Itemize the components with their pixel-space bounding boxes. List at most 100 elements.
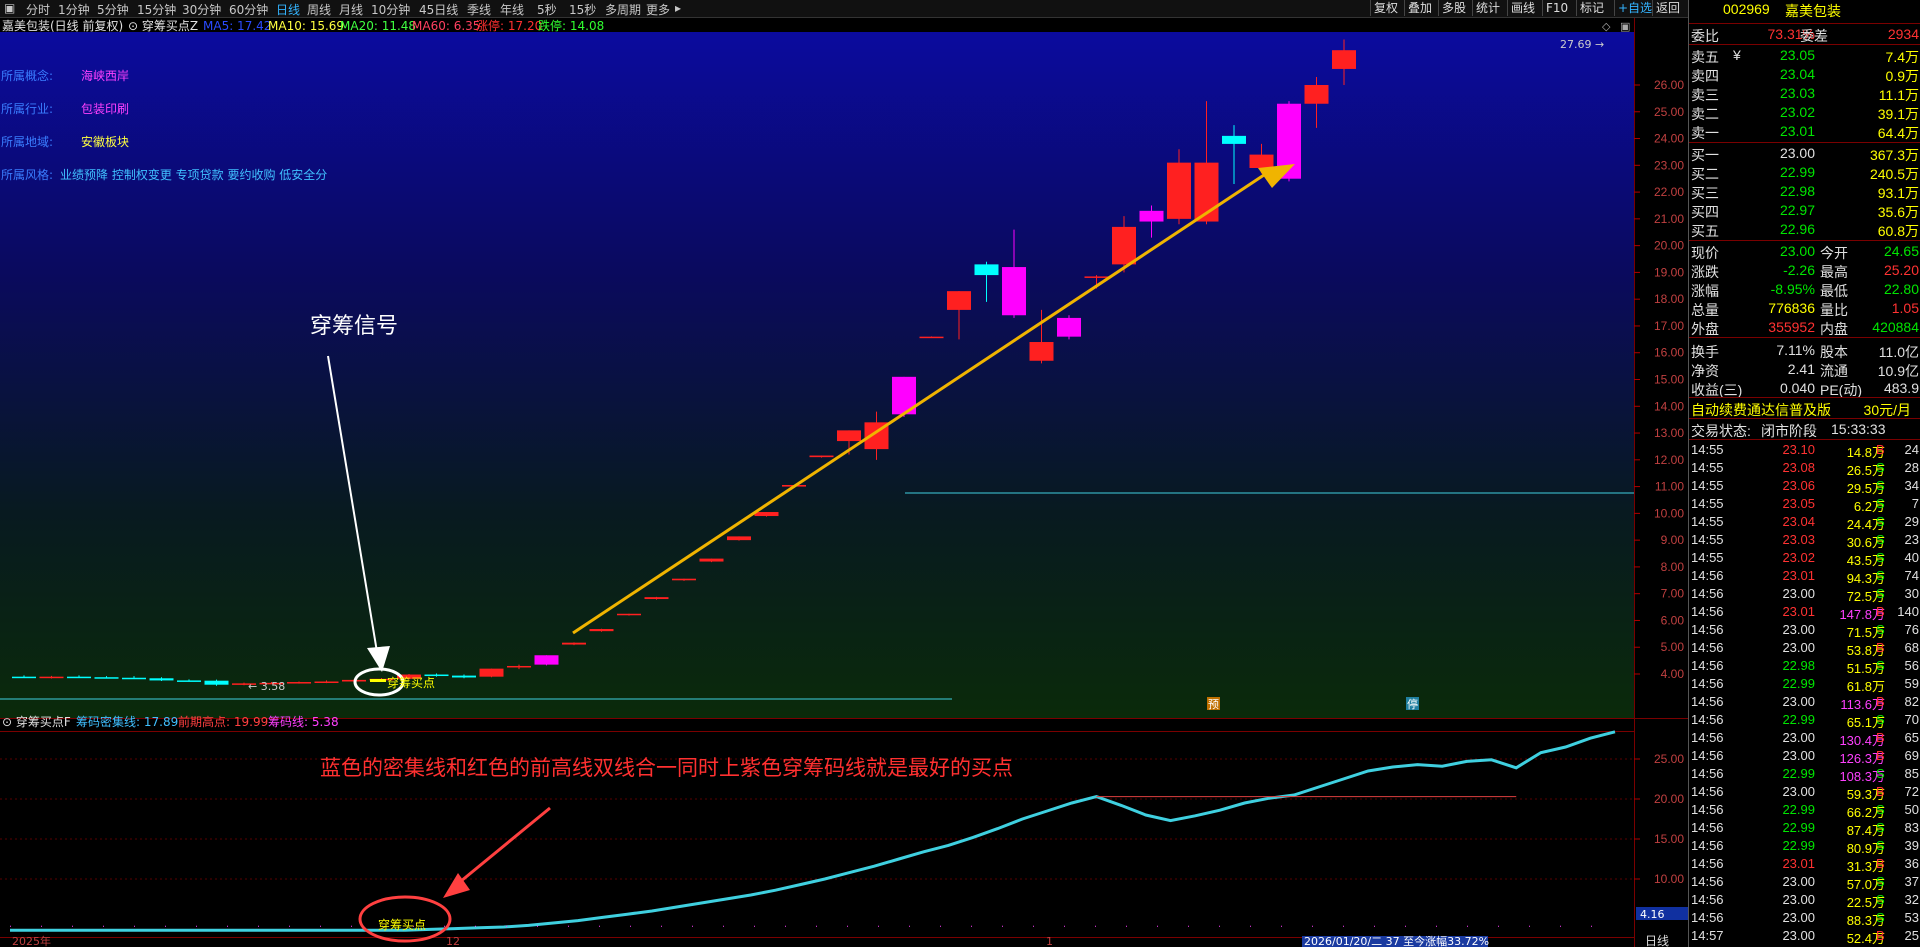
quote-row: 自动续费通达信普及版 30元/月 [1689,399,1920,418]
tick-time: 14:56 [1691,838,1724,853]
tick-count: 50 [1904,802,1919,817]
tab-0[interactable]: 分时 [26,1,50,18]
toolbar-button-8[interactable]: 返回 [1652,0,1683,16]
sell-volume: 7.4万 [1885,49,1919,65]
tick-price: 22.99 [1782,820,1815,835]
info-label-3: 所属风格: [1,167,53,182]
sub-prevhigh-value: 前期高点: 19.99 [178,714,268,729]
stat-value-2: 483.9 [1883,380,1919,396]
toolbar-button-1[interactable]: 叠加 [1404,0,1435,16]
stat-label: 外盘 [1691,321,1719,337]
tab-15[interactable]: 多周期 [605,1,641,18]
toolbar-button-4[interactable]: 画线 [1507,0,1538,16]
toolbar-button-6[interactable]: 标记 [1576,0,1607,16]
ad-text: 自动续费通达信普及版 [1691,402,1831,418]
tick-time: 14:56 [1691,892,1724,907]
divider [1689,23,1920,24]
signal-label: 穿筹信号 [310,314,398,339]
toolbar-button-2[interactable]: 多股 [1438,0,1469,16]
toolbar-button-7[interactable]: +自选 [1614,0,1655,16]
tick-row: 14:56 23.00 72.5万 S 30 [1689,585,1920,604]
buy-volume: 93.1万 [1877,185,1919,201]
tick-time: 14:55 [1691,496,1724,511]
buy-label: 买四 [1691,204,1719,220]
tab-7[interactable]: 周线 [307,1,331,18]
tick-count: 23 [1904,532,1919,547]
tick-price: 23.00 [1782,748,1815,763]
tick-time: 14:56 [1691,802,1724,817]
tab-14[interactable]: 15秒 [569,1,596,18]
quote-row: 卖三 23.03 11.1万 [1689,84,1920,103]
tick-count: 39 [1904,838,1919,853]
buy-price: 22.99 [1779,164,1815,180]
tab-6[interactable]: 日线 [276,1,300,18]
stat-value: 7.11% [1776,342,1815,358]
tick-row: 14:56 23.00 130.4万 B 65 [1689,729,1920,748]
tick-price: 23.01 [1782,568,1815,583]
info-label-0: 所属概念: [1,68,53,83]
tick-count: 7 [1911,496,1919,511]
chart-area[interactable]: 26.00 25.00 24.00 23.00 22.00 21.00 20.00 19.00… [0,18,1688,947]
candle-body [589,629,614,632]
tick-row: 14:56 23.00 113.6万 B 82 [1689,693,1920,712]
more-arrow-icon[interactable]: ▸ [675,1,681,15]
tab-3[interactable]: 15分钟 [137,1,176,18]
tick-row: 14:56 23.00 59.3万 B 72 [1689,783,1920,802]
kline-chart[interactable]: 26.0025.0024.0023.0022.0021.0020.0019.00… [0,18,1688,947]
divider [1689,337,1920,338]
tab-1[interactable]: 1分钟 [58,1,90,18]
sell-label: 卖五 [1691,49,1719,65]
stop-badge-label: 停 [1407,697,1418,711]
tick-count: 85 [1904,766,1919,781]
tab-16[interactable]: 更多 [646,1,670,18]
tab-12[interactable]: 年线 [500,1,524,18]
window-max-icon: ▣ [1620,20,1630,33]
quote-row: 买三 22.98 93.1万 [1689,182,1920,201]
candle-body [149,678,174,681]
tab-13[interactable]: 5秒 [537,1,557,18]
stat-value-2: 1.05 [1891,300,1919,316]
stat-label-2: 今开 [1820,245,1848,261]
tab-5[interactable]: 60分钟 [229,1,268,18]
tab-8[interactable]: 月线 [339,1,363,18]
buy-marker-bar [370,679,386,682]
info-value-2: 安徽板块 [81,134,129,149]
candle-body [1002,267,1026,316]
toolbar-button-3[interactable]: 统计 [1472,0,1503,16]
stat-label: 现价 [1691,245,1719,261]
tick-side: S [1876,568,1885,583]
toolbar-button-0[interactable]: 复权 [1370,0,1401,16]
tab-9[interactable]: 10分钟 [371,1,410,18]
candle-body [1084,276,1109,278]
quote-row: 涨跌 -2.26 最高 25.20 [1689,261,1920,280]
tick-row: 14:55 23.08 26.5万 S 28 [1689,459,1920,478]
stat-value: 2.41 [1787,361,1815,377]
tick-time: 14:57 [1691,928,1724,943]
tick-count: 70 [1904,712,1919,727]
tick-time: 14:56 [1691,604,1724,619]
tab-11[interactable]: 季线 [467,1,491,18]
quote-panel: 002969 嘉美包装 委比 73.31% 委差 2934 卖五 ¥23.05 7.4万 卖四 23… [1688,0,1920,947]
sell-label: 卖三 [1691,87,1719,103]
tick-side: B [1876,928,1885,943]
quote-row: 买二 22.99 240.5万 [1689,163,1920,182]
sell-volume: 64.4万 [1877,125,1919,141]
tick-side: B [1876,442,1885,457]
tab-10[interactable]: 45日线 [419,1,458,18]
toolbar-button-5[interactable]: F10 [1542,0,1571,16]
tick-price: 22.99 [1782,676,1815,691]
candle-body [1029,342,1054,361]
tab-4[interactable]: 30分钟 [182,1,221,18]
menu-icon[interactable]: ▣ [4,1,15,15]
stat-value: 23.00 [1779,243,1815,259]
tab-2[interactable]: 5分钟 [97,1,129,18]
main-pane-bg [0,32,1634,718]
stock-code: 002969 [1723,1,1770,17]
currency-flag: ¥ [1733,47,1741,63]
candle-body [1139,210,1164,222]
chart-header-item-1: ⊙ 穿筹买点Z [128,18,198,33]
tick-side: S [1876,766,1885,781]
candle-body [204,680,229,685]
buy-label: 买二 [1691,166,1719,182]
info-value-0: 海峡西岸 [81,68,129,83]
